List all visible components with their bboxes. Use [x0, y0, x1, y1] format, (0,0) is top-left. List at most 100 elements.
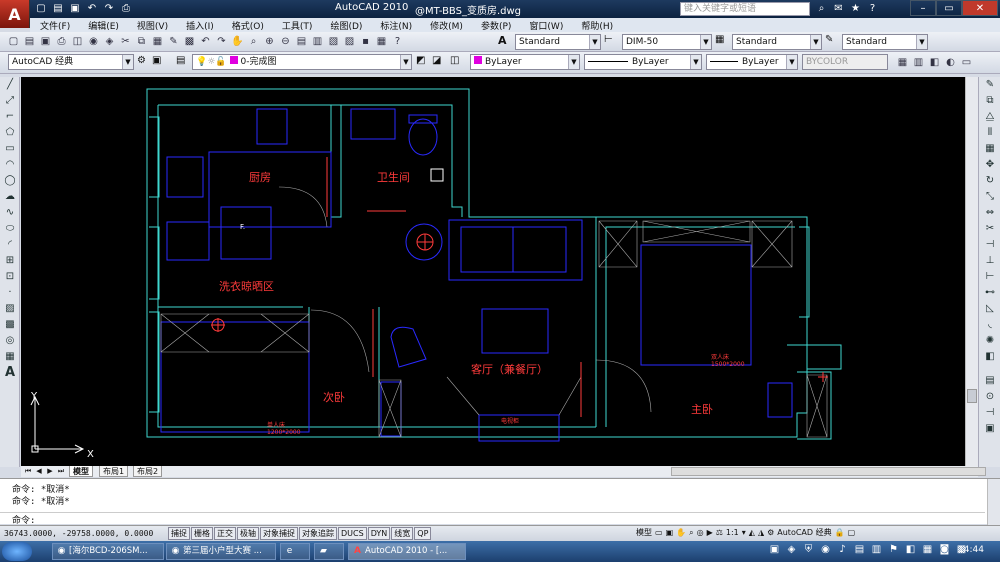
offset-icon[interactable]: ⫴ — [981, 125, 999, 141]
start-button[interactable] — [2, 542, 32, 561]
hatch-icon[interactable]: ▨ — [1, 301, 19, 317]
insert-block-icon[interactable]: ⊞ — [1, 253, 19, 269]
grid-toggle[interactable]: 栅格 — [191, 527, 213, 540]
menu-window[interactable]: 窗口(W) — [519, 18, 571, 32]
object-snap-icon[interactable]: ⊙ — [981, 389, 999, 405]
layer-previous-icon[interactable]: ◪ — [432, 55, 441, 66]
color-combo[interactable]: ByLayer ▼ — [470, 54, 580, 70]
publish-icon[interactable]: ◉ — [86, 34, 101, 49]
snap-toggle[interactable]: 捕捉 — [168, 527, 190, 540]
prev-tab-icon[interactable]: ◀ — [34, 466, 44, 476]
ducs-toggle[interactable]: DUCS — [338, 527, 367, 540]
ellipse-icon[interactable]: ⬭ — [1, 221, 19, 237]
tab-layout1[interactable]: 布局1 — [99, 466, 129, 477]
minimize-icon[interactable]: – — [910, 0, 936, 16]
task-autocad[interactable]: A AutoCAD 2010 - [... — [348, 543, 466, 560]
quickcalc-icon[interactable]: ▦ — [374, 34, 389, 49]
input-icon[interactable]: ▤ — [853, 544, 866, 558]
dimension-icon[interactable]: ⊣ — [981, 405, 999, 421]
linetype-combo[interactable]: ByLayer ▼ — [584, 54, 702, 70]
fillet-icon[interactable]: ◟ — [981, 317, 999, 333]
quick-view-icon[interactable]: ▣ — [666, 527, 674, 540]
search-input[interactable]: 键入关键字或短语 — [680, 2, 810, 16]
region-icon[interactable]: ◎ — [1, 333, 19, 349]
flag-icon[interactable]: ⚑ — [887, 544, 900, 558]
layer-states-icon[interactable]: ◫ — [450, 55, 459, 66]
plot-icon[interactable]: ⎙ — [119, 1, 133, 15]
new-icon[interactable]: ▢ — [34, 1, 48, 15]
help-icon[interactable]: ? — [866, 2, 879, 15]
open-icon[interactable]: ▤ — [22, 34, 37, 49]
sheet-set-icon[interactable]: ▨ — [342, 34, 357, 49]
auto-scale-icon[interactable]: ◮ — [758, 527, 764, 540]
dim-style-icon[interactable]: ⊢ — [604, 34, 619, 49]
spline-icon[interactable]: ∿ — [1, 205, 19, 221]
text-style-combo[interactable]: Standard ▼ — [515, 34, 601, 50]
horizontal-scrollbar[interactable] — [671, 467, 986, 476]
open-icon[interactable]: ▤ — [51, 1, 65, 15]
first-tab-icon[interactable]: ⏮ — [23, 466, 33, 476]
redo-icon[interactable]: ↷ — [102, 1, 116, 15]
network-icon[interactable]: ▥ — [870, 544, 883, 558]
named-views-icon[interactable]: ▥ — [911, 55, 926, 70]
3d-views-icon[interactable]: ◧ — [927, 55, 942, 70]
pan-icon[interactable]: ✋ — [230, 34, 245, 49]
ellipse-arc-icon[interactable]: ◜ — [1, 237, 19, 253]
last-tab-icon[interactable]: ⏭ — [56, 466, 66, 476]
next-tab-icon[interactable]: ▶ — [45, 466, 55, 476]
design-center-icon[interactable]: ▥ — [310, 34, 325, 49]
shield-icon[interactable]: ⛨ — [802, 544, 815, 558]
mleader-style-combo[interactable]: Standard ▼ — [842, 34, 928, 50]
otrack-toggle[interactable]: 对象追踪 — [299, 527, 337, 540]
help-icon[interactable]: ? — [390, 34, 405, 49]
scale-icon[interactable]: ⤡ — [981, 189, 999, 205]
construction-line-icon[interactable]: ⤢ — [1, 93, 19, 109]
layer-manager-icon[interactable]: ▤ — [176, 55, 185, 66]
menu-draw[interactable]: 绘图(D) — [320, 18, 370, 32]
make-block-icon[interactable]: ⊡ — [1, 269, 19, 285]
grid-icon[interactable]: ▦ — [895, 55, 910, 70]
match-prop-icon[interactable]: ✎ — [166, 34, 181, 49]
menu-file[interactable]: 文件(F) — [30, 18, 78, 32]
annotation-scale-icon[interactable]: ⚖ — [716, 527, 723, 540]
menu-parametric[interactable]: 参数(P) — [471, 18, 519, 32]
properties-icon[interactable]: ▤ — [294, 34, 309, 49]
shade-icon[interactable]: ◐ — [943, 55, 958, 70]
save-icon[interactable]: ▣ — [38, 34, 53, 49]
block-editor-icon[interactable]: ▩ — [182, 34, 197, 49]
task-browser-2[interactable]: ◉ 第三届小户型大赛 ... — [166, 543, 276, 560]
menu-tools[interactable]: 工具(T) — [272, 18, 321, 32]
layout-icon[interactable]: ▭ — [959, 55, 974, 70]
dim-style-combo[interactable]: DIM-50 ▼ — [622, 34, 712, 50]
tray-app3-icon[interactable]: ◉ — [819, 544, 832, 558]
cut-icon[interactable]: ✂ — [118, 34, 133, 49]
menu-view[interactable]: 视图(V) — [127, 18, 176, 32]
zoom-realtime-icon[interactable]: ⌕ — [246, 34, 261, 49]
maximize-icon[interactable]: ▭ — [936, 0, 962, 16]
menu-dimension[interactable]: 标注(N) — [370, 18, 420, 32]
undo-icon[interactable]: ↶ — [198, 34, 213, 49]
menu-edit[interactable]: 编辑(E) — [78, 18, 127, 32]
model-space-button[interactable]: 模型 — [636, 527, 652, 540]
make-current-icon[interactable]: ◩ — [416, 55, 425, 66]
line-icon[interactable]: ╱ — [1, 77, 19, 93]
workspace-icon[interactable]: ⚙ — [767, 527, 774, 540]
polar-toggle[interactable]: 极轴 — [237, 527, 259, 540]
revision-cloud-icon[interactable]: ☁ — [1, 189, 19, 205]
inquiry-icon[interactable]: ▣ — [981, 421, 999, 437]
zoom-window-icon[interactable]: ⊕ — [262, 34, 277, 49]
layer-tool-icon[interactable]: ▤ — [981, 373, 999, 389]
chevron-down-icon[interactable]: ▾ — [742, 527, 746, 540]
draw-order-icon[interactable]: ◧ — [981, 349, 999, 365]
pan-icon[interactable]: ✋ — [676, 527, 686, 540]
copy-icon[interactable]: ⧉ — [134, 34, 149, 49]
array-icon[interactable]: ▦ — [981, 141, 999, 157]
drawing-canvas[interactable]: 厨房 卫生间 洗衣晾晒区 次卧 客厅（兼餐厅） 主卧 双人床 1500*2000… — [21, 77, 965, 466]
menu-modify[interactable]: 修改(M) — [420, 18, 471, 32]
mirror-icon[interactable]: ⧋ — [981, 109, 999, 125]
print-icon[interactable]: ⎙ — [54, 34, 69, 49]
markup-icon[interactable]: ▪ — [358, 34, 373, 49]
text-style-icon[interactable]: A — [498, 34, 513, 49]
close-icon[interactable]: ✕ — [962, 0, 998, 16]
task-explorer[interactable]: ▰ — [314, 543, 344, 560]
